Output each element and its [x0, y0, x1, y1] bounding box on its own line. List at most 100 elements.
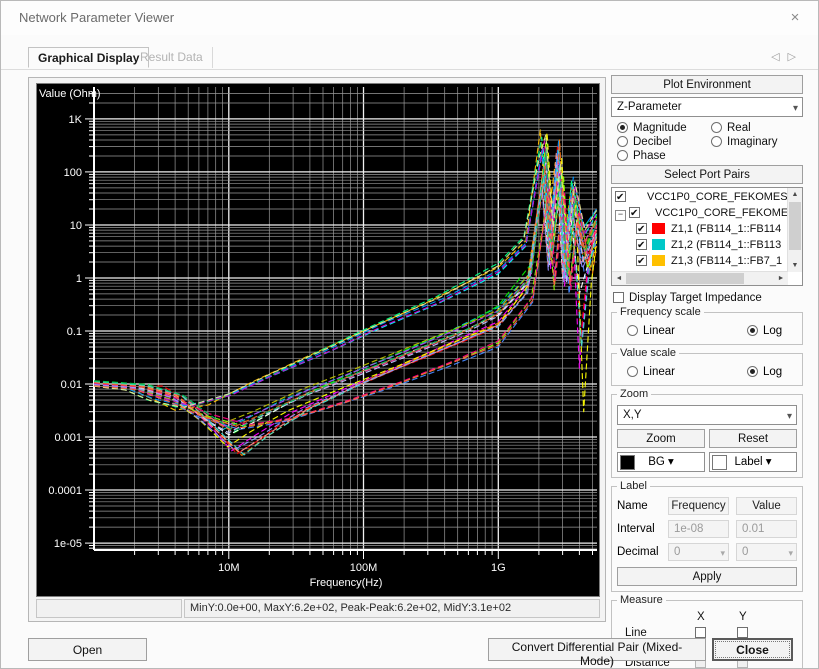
series-color-swatch: [652, 239, 665, 250]
radio-real[interactable]: Real: [711, 122, 751, 134]
plot-environment-button[interactable]: Plot Environment: [611, 75, 803, 94]
decimal-frequency-combo[interactable]: 0▾: [668, 543, 729, 561]
tree-collapse-icon[interactable]: −: [615, 210, 626, 221]
label-color-swatch: [712, 455, 727, 470]
vertical-scroll-thumb[interactable]: [789, 202, 801, 250]
tree-vertical-scrollbar[interactable]: ▲ ▼: [787, 188, 802, 272]
port-tree-item[interactable]: Z1,3 (FB114_1::FB7_1: [612, 253, 788, 269]
svg-text:Frequency(Hz): Frequency(Hz): [310, 577, 383, 589]
frequency-log-radio[interactable]: Log: [747, 325, 782, 337]
tree-item-checkbox[interactable]: [636, 223, 647, 234]
chart-canvas[interactable]: 1K1001010.10.010.0010.00011e-0510M100M1G…: [36, 83, 600, 597]
chevron-down-icon: ▾: [668, 456, 674, 468]
svg-text:Value (Ohm): Value (Ohm): [39, 88, 101, 100]
tab-scroll-right-icon[interactable]: ▷: [788, 51, 804, 63]
tree-item-checkbox[interactable]: [615, 191, 626, 202]
value-linear-radio-icon[interactable]: [627, 366, 638, 377]
tab-result-data[interactable]: Result Data: [131, 47, 213, 68]
bg-color-swatch: [620, 455, 635, 470]
zoom-mode-combo[interactable]: X,Y ▾: [617, 405, 797, 425]
port-tree-item[interactable]: VCC1P0_CORE_FEKOMESH_1: [612, 189, 788, 205]
svg-text:1G: 1G: [491, 562, 506, 574]
tree-item-label: Z1,2 (FB114_1::FB113: [671, 239, 781, 251]
port-tree-item[interactable]: Z1,1 (FB114_1::FB114: [612, 221, 788, 237]
horizontal-scroll-thumb[interactable]: [626, 273, 744, 284]
network-parameter-viewer-window: Network Parameter Viewer × Graphical Dis…: [0, 0, 819, 669]
select-port-pairs-button[interactable]: Select Port Pairs: [611, 165, 803, 184]
value-log-radio-icon[interactable]: [747, 366, 758, 377]
svg-text:0.01: 0.01: [61, 379, 82, 391]
tree-item-checkbox[interactable]: [629, 207, 640, 218]
port-tree-item[interactable]: Z1,2 (FB114_1::FB113: [612, 237, 788, 253]
open-button[interactable]: Open: [28, 638, 147, 661]
measure-x-header: X: [697, 611, 705, 623]
svg-text:1K: 1K: [69, 114, 83, 126]
radio-decibel-icon[interactable]: [617, 136, 628, 147]
parameter-type-combo[interactable]: Z-Parameter ▾: [611, 97, 803, 117]
label-name-caption: Name: [617, 500, 661, 512]
interval-frequency-field[interactable]: 1e-08: [668, 520, 729, 538]
tree-item-label: VCC1P0_CORE_FEKOMESH: [655, 207, 788, 219]
radio-imaginary-icon[interactable]: [711, 136, 722, 147]
chevron-down-icon: ▾: [793, 100, 798, 118]
radio-phase[interactable]: Phase: [617, 150, 666, 162]
frequency-linear-radio[interactable]: Linear: [627, 325, 675, 337]
decimal-value-combo[interactable]: 0▾: [736, 543, 797, 561]
port-tree-item[interactable]: − VCC1P0_CORE_FEKOMESH: [612, 205, 788, 221]
tab-scroll-arrows[interactable]: ◁▷: [771, 50, 804, 63]
radio-phase-icon[interactable]: [617, 150, 628, 161]
grid-lines: [94, 87, 597, 550]
label-color-combo[interactable]: Label ▾: [709, 452, 797, 472]
scroll-up-icon[interactable]: ▲: [788, 188, 802, 201]
label-frequency-header: Frequency: [668, 497, 729, 515]
display-target-impedance-row[interactable]: Display Target Impedance: [613, 292, 803, 304]
status-cell-empty: [36, 599, 182, 618]
status-summary: MinY:0.0e+00, MaxY:6.2e+02, Peak-Peak:6.…: [184, 599, 600, 618]
port-pairs-tree[interactable]: VCC1P0_CORE_FEKOMESH_1 − VCC1P0_CORE_FEKOM…: [611, 187, 803, 286]
close-button[interactable]: Close: [712, 638, 793, 661]
interval-value-field[interactable]: 0.01: [736, 520, 797, 538]
value-scale-group: Value scale Linear Log: [611, 353, 803, 386]
svg-text:100: 100: [64, 167, 82, 179]
radio-real-icon[interactable]: [711, 122, 722, 133]
window-title: Network Parameter Viewer: [19, 10, 174, 25]
interval-caption: Interval: [617, 523, 661, 535]
zoom-group: Zoom X,Y ▾ Zoom Reset BG ▾ Label ▾: [611, 394, 803, 478]
svg-text:10M: 10M: [218, 562, 239, 574]
tree-item-checkbox[interactable]: [636, 255, 647, 266]
radio-imaginary[interactable]: Imaginary: [711, 136, 778, 148]
close-icon[interactable]: ×: [784, 7, 806, 29]
axis-labels: 1K1001010.10.010.0010.00011e-0510M100M1G…: [39, 88, 506, 589]
control-panel: Plot Environment Z-Parameter ▾ Magnitude…: [611, 75, 803, 669]
tab-scroll-left-icon[interactable]: ◁: [771, 51, 787, 63]
value-linear-radio[interactable]: Linear: [627, 366, 675, 378]
chevron-down-icon: ▾: [766, 456, 772, 468]
zoom-button[interactable]: Zoom: [617, 429, 705, 448]
value-log-radio[interactable]: Log: [747, 366, 782, 378]
chart-frame: 1K1001010.10.010.0010.00011e-0510M100M1G…: [28, 77, 606, 622]
convert-differential-pair-button[interactable]: Convert Differential Pair (Mixed-Mode): [488, 638, 706, 661]
radio-decibel[interactable]: Decibel: [617, 136, 671, 148]
scroll-down-icon[interactable]: ▼: [788, 259, 802, 272]
title-bar: Network Parameter Viewer ×: [1, 1, 818, 35]
label-value-header: Value: [736, 497, 797, 515]
tree-item-label: VCC1P0_CORE_FEKOMESH_1: [647, 191, 788, 203]
chevron-down-icon: ▾: [788, 545, 793, 561]
radio-magnitude-icon[interactable]: [617, 122, 628, 133]
radio-magnitude[interactable]: Magnitude: [617, 122, 687, 134]
tree-item-checkbox[interactable]: [636, 239, 647, 250]
measure-y-header: Y: [739, 611, 747, 623]
frequency-log-radio-icon[interactable]: [747, 325, 758, 336]
scroll-left-icon[interactable]: ◄: [612, 272, 626, 285]
display-target-impedance-checkbox[interactable]: [613, 292, 624, 303]
frequency-linear-radio-icon[interactable]: [627, 325, 638, 336]
frequency-scale-group: Frequency scale Linear Log: [611, 312, 803, 345]
scroll-right-icon[interactable]: ►: [774, 272, 788, 285]
apply-button[interactable]: Apply: [617, 567, 797, 586]
impedance-curves: [94, 130, 597, 456]
bg-color-combo[interactable]: BG ▾: [617, 452, 705, 472]
tree-item-label: Z1,1 (FB114_1::FB114: [671, 223, 781, 235]
tree-horizontal-scrollbar[interactable]: ◄ ►: [612, 271, 788, 285]
zoom-reset-button[interactable]: Reset: [709, 429, 797, 448]
value-scale-title: Value scale: [617, 347, 679, 359]
